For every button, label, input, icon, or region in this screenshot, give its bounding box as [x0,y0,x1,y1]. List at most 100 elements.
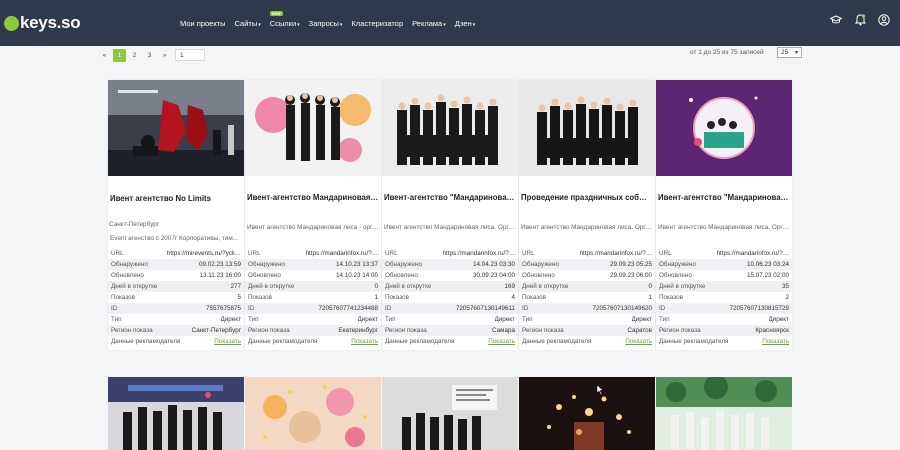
top-icons [830,14,890,26]
show-advertiser-link[interactable]: Показать [351,338,378,345]
next-page-button[interactable]: » [158,49,171,62]
row-label: Регион показа [659,327,701,334]
chevron-down-icon: ▾ [443,21,446,28]
show-advertiser-link[interactable]: Показать [214,338,241,345]
ad-card: Ивент-агентство "Мандариновая Лис… Ивент… [382,80,518,350]
logo-text: keys.so [20,13,81,32]
updated-row: Обновлено 29.09.23 06:00 [519,270,655,281]
type-row: Тип Директ [382,314,518,325]
ad-cards-row-2 [108,377,793,450]
row-label: Данные рекламодателя [111,338,181,345]
bell-icon[interactable] [854,14,866,26]
ad-image[interactable] [382,377,518,450]
row-label: Дней в открутке [659,283,706,290]
row-label: Обновлено [522,272,555,279]
chevron-down-icon: ▾ [339,21,343,28]
row-label: URL [522,250,535,257]
new-badge: new [269,10,283,16]
url-value[interactable]: https://mandarinfox.ru/?… [306,250,378,257]
row-label: Данные рекламодателя [659,338,729,345]
ad-card: Ивент агентство No Limits Санкт-Петербур… [108,80,244,350]
nav-item-dzen[interactable]: Дзен▾ [455,19,476,28]
region-value: Саратов [627,327,652,334]
ad-image[interactable] [245,80,381,176]
nav-item-links[interactable]: new Ссылки▾ [269,10,300,28]
ad-image[interactable] [519,377,655,450]
url-value[interactable]: https://mandarinfox.ru/?… [443,250,515,257]
id-value: 72057607130149611 [455,305,515,312]
type-row: Тип Директ [108,314,244,325]
shows-value: 1 [374,294,378,301]
chevron-down-icon: ▾ [472,21,476,28]
url-value[interactable]: https://mirevents.ru/?ycli… [167,250,241,257]
row-label: Обнаружено [659,261,696,268]
id-value: 7557675875 [205,305,241,312]
nav-item-clusterizer[interactable]: Кластеризатор [351,19,403,28]
ad-image[interactable] [519,80,655,176]
id-value: 72057607130149620 [592,305,652,312]
ad-image[interactable] [245,377,381,450]
days-value: 0 [648,283,652,290]
advertiser-row: Данные рекламодателя Показать [656,336,792,347]
page-button-3[interactable]: 3 [143,49,156,62]
row-label: Дней в открутке [248,283,295,290]
chevron-down-icon: ▾ [258,21,261,28]
per-page-select[interactable]: 25 ▼ [777,47,802,58]
days-row: Дней в открутке 0 [519,281,655,292]
id-row: ID 7557675875 [108,303,244,314]
ad-title: Ивент-агентство "Мандариновая Лис… [384,193,518,202]
ad-location: Санкт-Петербург [109,221,160,228]
row-label: Обнаружено [385,261,422,268]
prev-page-button[interactable]: « [98,49,111,62]
page-jump-input[interactable]: 1 [175,49,205,61]
logo[interactable]: keys.so [4,12,81,34]
row-label: URL [111,250,124,257]
row-label: URL [248,250,261,257]
type-value: Директ [220,316,242,323]
type-row: Тип Директ [245,314,381,325]
show-advertiser-link[interactable]: Показать [762,338,789,345]
graduation-cap-icon[interactable] [830,14,842,26]
advertiser-row: Данные рекламодателя Показать [245,336,381,347]
row-label: Показов [659,294,684,301]
nav-label: Дзен [454,18,472,28]
found-value: 29.09.23 05:25 [609,261,652,268]
row-label: ID [385,305,392,312]
ad-image[interactable] [108,80,244,176]
id-row: ID 72057607741234488 [245,303,381,314]
nav-item-projects[interactable]: Мои проекты [180,19,226,28]
row-label: Обновлено [659,272,692,279]
updated-value: 14.10.23 14:00 [335,272,378,279]
ad-title: Ивент агентство No Limits [110,194,211,203]
shows-row: Показов 2 [656,292,792,303]
url-value[interactable]: https://mandarinfox.ru/?… [717,250,789,257]
row-label: Данные рекламодателя [522,338,592,345]
page-button-2[interactable]: 2 [128,49,141,62]
found-row: Обнаружено 10.06.23 03:24 [656,259,792,270]
shows-row: Показов 1 [245,292,381,303]
found-row: Обнаружено 29.09.23 05:25 [519,259,655,270]
found-value: 14.04.23 03:30 [472,261,515,268]
nav-item-queries[interactable]: Запросы▾ [309,19,343,28]
ad-image[interactable] [108,377,244,450]
user-icon[interactable] [878,14,890,26]
url-value[interactable]: https://mandarinfox.ru/?… [580,250,652,257]
page-button-1[interactable]: 1 [113,48,126,62]
url-row: URL https://mandarinfox.ru/?… [519,248,655,259]
found-value: 14.10.23 13:37 [335,261,378,268]
found-row: Обнаружено 14.04.23 03:30 [382,259,518,270]
row-label: ID [659,305,666,312]
ad-card: Проведение праздничных событий с… Ивент … [519,80,655,350]
show-advertiser-link[interactable]: Показать [625,338,652,345]
id-value: 72057607130815729 [729,305,789,312]
type-value: Директ [494,316,516,323]
nav-item-ads[interactable]: Реклама▾ [412,19,446,28]
ad-image[interactable] [656,377,792,450]
show-advertiser-link[interactable]: Показать [488,338,515,345]
ad-image[interactable] [382,80,518,176]
ad-title: Ивент-агентство "Мандариновая Лис… [658,193,792,202]
id-row: ID 72057607130815729 [656,303,792,314]
ad-image[interactable] [656,80,792,176]
updated-value: 29.09.23 06:00 [609,272,652,279]
nav-item-sites[interactable]: Сайты▾ [235,19,261,28]
